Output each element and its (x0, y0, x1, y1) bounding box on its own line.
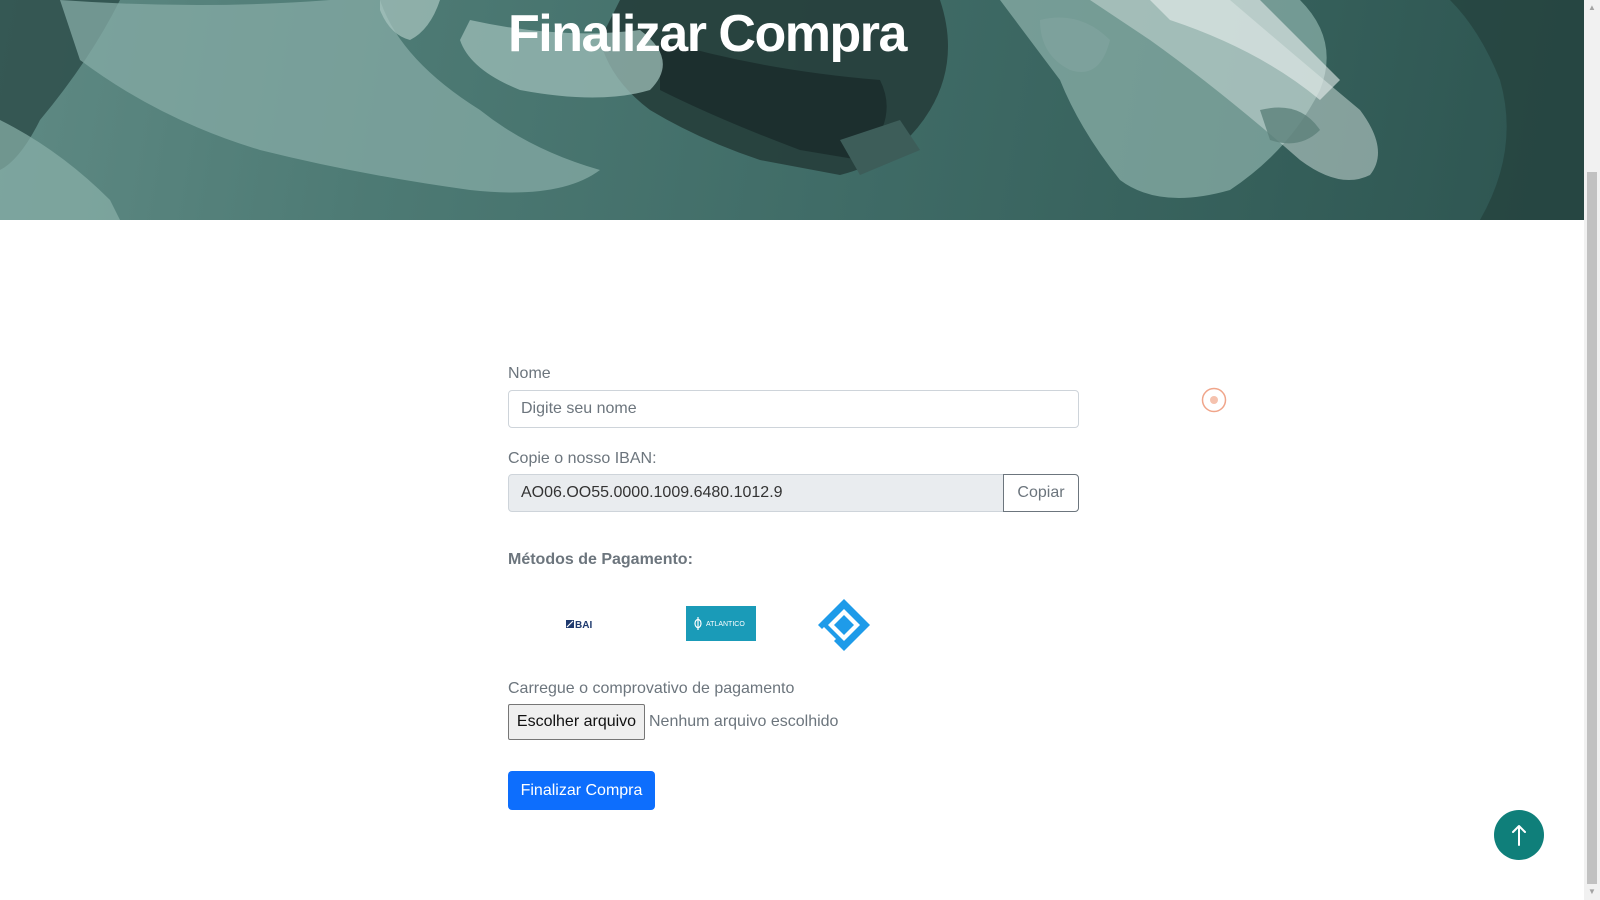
payment-methods-title: Métodos de Pagamento: (508, 551, 693, 568)
bai-logo: BAI (566, 614, 602, 634)
name-label: Nome (508, 365, 551, 382)
back-to-top-button[interactable] (1494, 810, 1544, 860)
svg-text:BAI: BAI (575, 620, 592, 631)
iban-field[interactable] (508, 474, 1004, 512)
name-input[interactable] (508, 390, 1079, 428)
page-title: Finalizar Compra (508, 5, 907, 63)
copy-iban-button[interactable]: Copiar (1003, 474, 1079, 512)
upload-label: Carregue o comprovativo de pagamento (508, 680, 795, 697)
scrollbar-thumb[interactable] (1587, 172, 1597, 884)
page-scrollbar[interactable]: ▲ ▼ (1584, 0, 1600, 900)
scroll-down-arrow-icon[interactable]: ▼ (1584, 884, 1600, 900)
finalize-purchase-button[interactable]: Finalizar Compra (508, 771, 655, 810)
record-indicator-icon (1201, 387, 1227, 413)
arrow-up-icon (1512, 825, 1526, 846)
hero-banner: Finalizar Compra (0, 0, 1584, 220)
choose-file-button[interactable]: Escolher arquivo (508, 704, 645, 740)
iban-label: Copie o nosso IBAN: (508, 450, 657, 467)
atlantico-logo: ATLANTICO (686, 606, 756, 641)
file-status-text: Nenhum arquivo escolhido (649, 713, 839, 730)
multicaixa-logo (816, 597, 872, 653)
svg-text:ATLANTICO: ATLANTICO (706, 621, 745, 628)
scroll-up-arrow-icon[interactable]: ▲ (1584, 0, 1600, 16)
